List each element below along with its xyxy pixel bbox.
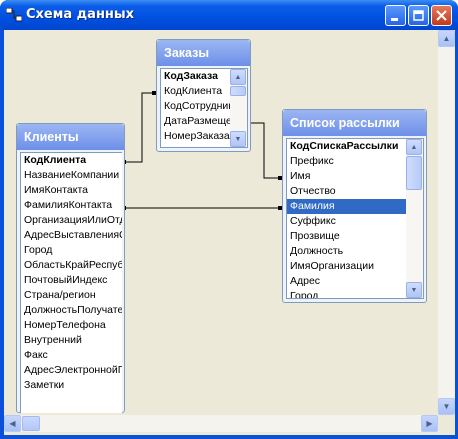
maximize-icon [413, 10, 424, 21]
window-vertical-scrollbar[interactable]: ▲ ▼ [438, 30, 455, 415]
diagram-area: Клиенты КодКлиента НазваниеКомпании ИмяК… [4, 30, 455, 435]
scroll-up-arrow-icon[interactable]: ▲ [230, 69, 246, 85]
window-title: Схема данных [26, 7, 135, 22]
field-item[interactable]: АдресЭлектроннойПочты [21, 363, 122, 378]
field-item[interactable]: Отчество [287, 184, 423, 199]
relationships-window: Схема данных Клиенты КодКлиента Название… [0, 0, 458, 439]
field-item-selected[interactable]: Фамилия [287, 199, 406, 214]
field-item[interactable]: Должность [287, 244, 423, 259]
table-orders-title[interactable]: Заказы [157, 40, 250, 66]
maximize-button[interactable] [408, 5, 429, 26]
table-orders-fields[interactable]: КодЗаказа КодКлиента КодСотрудника ДатаР… [160, 68, 248, 148]
scroll-thumb[interactable] [230, 86, 246, 96]
table-clients[interactable]: Клиенты КодКлиента НазваниеКомпании ИмяК… [16, 123, 125, 413]
field-item[interactable]: ИмяОрганизации [287, 259, 423, 274]
field-item[interactable]: ПочтовыйИндекс [21, 273, 122, 288]
field-item[interactable]: Прозвище [287, 229, 423, 244]
field-item[interactable]: КодКлиента [21, 153, 122, 168]
field-item[interactable]: Суффикс [287, 214, 423, 229]
field-item[interactable]: ОрганизацияИлиОтдел [21, 213, 122, 228]
field-item[interactable]: Адрес [287, 274, 423, 289]
field-item[interactable]: Заметки [21, 378, 122, 393]
field-item[interactable]: ИмяКонтакта [21, 183, 122, 198]
scroll-right-arrow-icon[interactable]: ▶ [421, 415, 438, 432]
field-item[interactable]: Внутренний [21, 333, 122, 348]
table-mailing-list-fields[interactable]: КодСпискаРассылки Префикс Имя Отчество Ф… [286, 138, 424, 299]
field-item[interactable]: Префикс [287, 154, 423, 169]
mailing-list-scrollbar[interactable]: ▲ ▼ [406, 139, 423, 298]
field-item[interactable]: АдресВыставленияСчета [21, 228, 122, 243]
table-clients-title[interactable]: Клиенты [17, 124, 124, 150]
minimize-button[interactable] [385, 5, 406, 26]
relationship-line-clients-orders [122, 92, 156, 163]
field-item[interactable]: КодСпискаРассылки [287, 139, 423, 154]
field-item[interactable]: Имя [287, 169, 423, 184]
close-icon [436, 10, 447, 21]
scroll-left-arrow-icon[interactable]: ◀ [4, 415, 21, 432]
scroll-down-arrow-icon[interactable]: ▼ [406, 282, 422, 298]
field-item[interactable]: ОбластьКрайРеспублика [21, 258, 122, 273]
scroll-up-arrow-icon[interactable]: ▲ [438, 30, 455, 47]
horizontal-scroll-thumb[interactable] [22, 416, 40, 431]
relationships-icon [6, 8, 22, 22]
field-item[interactable]: ДолжностьПолучателя [21, 303, 122, 318]
scroll-up-arrow-icon[interactable]: ▲ [406, 139, 422, 155]
orders-scrollbar[interactable]: ▲ ▼ [230, 69, 247, 147]
minimize-icon [391, 18, 398, 21]
field-item[interactable]: Факс [21, 348, 122, 363]
field-item[interactable]: Страна/регион [21, 288, 122, 303]
scroll-down-arrow-icon[interactable]: ▼ [230, 131, 246, 147]
table-orders[interactable]: Заказы КодЗаказа КодКлиента КодСотрудник… [156, 39, 251, 152]
window-horizontal-scrollbar[interactable]: ◀ ▶ [4, 415, 438, 432]
scroll-thumb[interactable] [406, 156, 422, 190]
field-item[interactable]: Город [21, 243, 122, 258]
field-item[interactable]: НазваниеКомпании [21, 168, 122, 183]
table-mailing-list[interactable]: Список рассылки КодСпискаРассылки Префик… [282, 109, 427, 303]
table-clients-fields[interactable]: КодКлиента НазваниеКомпании ИмяКонтакта … [20, 152, 122, 413]
close-button[interactable] [431, 5, 452, 26]
table-mailing-list-title[interactable]: Список рассылки [283, 110, 426, 136]
relationships-canvas[interactable]: Клиенты КодКлиента НазваниеКомпании ИмяК… [6, 32, 436, 413]
scroll-down-arrow-icon[interactable]: ▼ [438, 398, 455, 415]
field-item[interactable]: Город [287, 289, 423, 298]
field-item[interactable]: НомерТелефона [21, 318, 122, 333]
field-item[interactable]: ФамилияКонтакта [21, 198, 122, 213]
title-bar[interactable]: Схема данных [0, 0, 458, 30]
